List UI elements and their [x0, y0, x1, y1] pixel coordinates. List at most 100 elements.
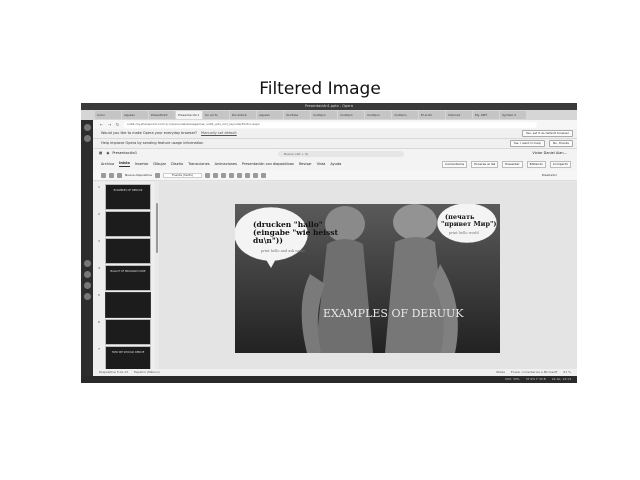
bubble-right-line-2: "привет Мир"): [441, 220, 496, 228]
ribbon-tab[interactable]: Dibujar: [153, 162, 166, 167]
bold-icon[interactable]: [205, 172, 211, 178]
forward-icon[interactable]: →: [107, 122, 112, 127]
layout-icon[interactable]: [154, 172, 160, 178]
ribbon-tab[interactable]: Archivo: [101, 162, 114, 167]
status-bar: Diapositiva 5 de 13 Español (México) Not…: [93, 369, 577, 376]
improve-text: Help improve Opera by sending feature us…: [101, 140, 204, 145]
font-select[interactable]: Fuente (texto): [162, 172, 203, 178]
ribbon-tabs: Archivo Inicio Insertar Dibujar Diseño Transi…: [93, 159, 577, 170]
bubble-left-small: print hello and ask name: [261, 249, 305, 253]
language-label[interactable]: Español (México): [134, 371, 160, 374]
font-color-icon[interactable]: [229, 172, 235, 178]
user-name[interactable]: Victor Daniel Alan...: [532, 152, 567, 156]
browser-tab[interactable]: My .NET: [473, 111, 499, 119]
browser-tab-strip: Inicio alguien PowerPoint Presentación1 Un a…: [81, 110, 577, 120]
default-browser-text: Would you like to make Opera your everyd…: [101, 130, 198, 135]
slide-thumbnail[interactable]: BALLOT OF PROGRAM CODE: [105, 265, 151, 291]
ribbon-action-button[interactable]: Ponerse al día: [471, 161, 499, 168]
slide-number: 2: [98, 212, 100, 216]
browser-tab[interactable]: Un archi: [203, 111, 229, 119]
ribbon-actions: Comentarios Ponerse al día Presentar Editan…: [442, 161, 577, 168]
notes-button[interactable]: Notas: [496, 371, 505, 374]
office-header: ▦ ◉ Presentación1 Buscar (Alt + Q) Victo…: [93, 149, 577, 159]
screenshot: Presentación1.pptx - Opera Inicio alguien…: [81, 103, 577, 383]
shapes-icon[interactable]: [253, 172, 259, 178]
slide-thumbnail[interactable]: [105, 211, 151, 237]
zoom-level[interactable]: 61 %: [563, 371, 571, 374]
slide-thumbnail[interactable]: [105, 292, 151, 318]
ribbon-action-button[interactable]: Editando: [526, 161, 546, 168]
browser-tab[interactable]: multipro: [392, 111, 418, 119]
designer-button[interactable]: Diseñador: [542, 173, 557, 177]
back-icon[interactable]: ←: [99, 122, 104, 127]
bubble-left-line-3: du\n")): [253, 236, 283, 245]
slide-thumbnail[interactable]: [105, 238, 151, 264]
new-slide-button[interactable]: Nueva diapositiva: [125, 173, 152, 177]
browser-tab[interactable]: Presentación1: [176, 111, 202, 119]
thumb-scrollbar[interactable]: [156, 203, 158, 253]
format-painter-icon[interactable]: [117, 172, 122, 178]
help-decline-button[interactable]: No, thanks: [548, 140, 573, 147]
figure-title: Filtered Image: [259, 79, 381, 99]
reload-icon[interactable]: ↻: [115, 122, 120, 127]
ribbon-tab[interactable]: Inicio: [119, 162, 130, 167]
ribbon-tab[interactable]: Ayuda: [330, 162, 341, 167]
ribbon-tab[interactable]: Transiciones: [188, 162, 209, 167]
browser-tab[interactable]: El archi: [419, 111, 445, 119]
browser-tab[interactable]: alguien: [257, 111, 283, 119]
ribbon-tab[interactable]: Revisar: [299, 162, 312, 167]
slide-counter: Diapositiva 5 de 13: [99, 370, 129, 374]
ribbon-tab[interactable]: Vista: [317, 162, 326, 167]
paste-icon[interactable]: [109, 172, 114, 178]
slide-number: 6: [98, 320, 100, 324]
speed-dial-icon[interactable]: [83, 135, 91, 142]
speech-bubble-right: (печать "привет Мир") print hello world: [436, 204, 498, 244]
ribbon-tab[interactable]: Animaciones: [215, 162, 237, 167]
browser-tab[interactable]: Inicio: [95, 111, 121, 119]
browser-tab[interactable]: PowerPoint: [149, 111, 175, 119]
instagram-icon[interactable]: [83, 282, 91, 289]
arrange-icon[interactable]: [261, 172, 267, 178]
opera-sidebar: [81, 120, 93, 383]
underline-icon[interactable]: [221, 172, 227, 178]
browser-tab[interactable]: multipro: [338, 111, 364, 119]
browser-tab[interactable]: alguien: [122, 111, 148, 119]
manual-default-link[interactable]: Manually set default: [201, 131, 237, 136]
ribbon-action-button[interactable]: Comentarios: [442, 161, 468, 168]
set-default-button[interactable]: Yes, set it as default browser: [521, 130, 573, 137]
ribbon-tab[interactable]: Diseño: [171, 162, 183, 167]
opera-logo-icon[interactable]: [83, 124, 91, 131]
home-toolbar: Nueva diapositiva Fuente (texto) Diseñad…: [93, 170, 577, 181]
ribbon-action-button[interactable]: Compartir: [549, 161, 571, 168]
slide-thumbnail[interactable]: EXAMPLES OF DERUUK: [105, 184, 151, 210]
align-icon[interactable]: [237, 172, 243, 178]
bullets-icon[interactable]: [245, 172, 251, 178]
temp-readout: 37.9% F 43 B: [525, 377, 546, 381]
current-slide[interactable]: (drucken "hallo" (eingabe "wie heisst du…: [235, 204, 500, 353]
slide-picture: (drucken "hallo" (eingabe "wie heisst du…: [235, 204, 500, 353]
browser-tab[interactable]: multipro: [365, 111, 391, 119]
ribbon-action-button[interactable]: Presentar: [502, 161, 523, 168]
browser-tab[interactable]: YouTube: [284, 111, 310, 119]
whatsapp-icon[interactable]: [83, 260, 91, 267]
file-name[interactable]: Presentación1: [112, 152, 137, 156]
ribbon-tab[interactable]: Presentación con diapositivas: [242, 162, 294, 167]
history-icon[interactable]: [83, 293, 91, 300]
italic-icon[interactable]: [213, 172, 219, 178]
ribbon-tab[interactable]: Insertar: [135, 162, 149, 167]
office-search-input[interactable]: Buscar (Alt + Q): [278, 151, 404, 157]
browser-tab[interactable]: multipro: [311, 111, 337, 119]
system-taskbar: CPU: 30% 37.9% F 43 B 24 Ab, 14:13: [81, 376, 577, 383]
slide-thumbnail[interactable]: [105, 319, 151, 345]
browser-tab[interactable]: Duckduck: [230, 111, 256, 119]
slide-number: 5: [98, 293, 100, 297]
help-accept-button[interactable]: Yes, I want to help: [509, 140, 545, 147]
app-launcher-icon[interactable]: ▦: [99, 152, 102, 156]
browser-tab[interactable]: Symbol 2: [500, 111, 526, 119]
undo-icon[interactable]: [101, 172, 106, 178]
cpu-readout: CPU: 30%: [504, 377, 520, 381]
browser-tab[interactable]: Internet: [446, 111, 472, 119]
feedback-link[interactable]: Enviar comentarios a Microsoft: [511, 371, 557, 374]
url-field[interactable]: outlk-my.sharepoint.com/:p:/r/personal/a…: [123, 121, 537, 128]
messenger-icon[interactable]: [83, 271, 91, 278]
